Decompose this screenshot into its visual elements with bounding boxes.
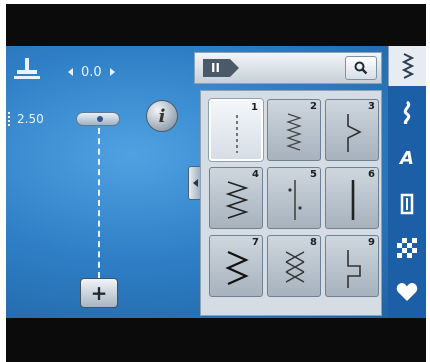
rail-buttonholes[interactable] [388,186,426,222]
increase-arrow-icon[interactable] [109,68,115,76]
zigzag-category-icon [401,53,415,79]
straight-with-marks-stitch-icon [288,180,302,220]
blind-hem-stitch-icon [347,114,362,152]
stitch-tile-8[interactable]: 8 [267,235,321,297]
needle-offset-value: 0.0 [81,64,102,80]
stitch-tile-4[interactable]: 4 [209,167,263,229]
needle-position-control[interactable]: 0.0 [68,62,115,82]
bezel-top [6,4,426,46]
presser-foot-icon[interactable] [14,58,40,80]
needle-slider[interactable] [76,112,120,126]
stitch-length-icon [8,112,11,126]
decrease-arrow-icon[interactable] [68,68,73,76]
search-button[interactable] [345,56,377,80]
stitch-preview-line [98,128,100,278]
stitch-tile-5[interactable]: 5 [267,167,321,229]
add-button[interactable]: + [80,278,118,308]
rail-alphabets[interactable]: A [388,140,426,176]
rail-favorites[interactable] [388,274,426,310]
stitch-grid: 1 2 3 4 5 6 7 8 9 [200,90,382,316]
info-button[interactable]: i [146,100,178,132]
device-bezel: 0.0 2.50 i + II 1 2 3 4 5 6 7 8 9 A [0,0,430,362]
rail-stitch-category[interactable] [388,46,426,86]
search-icon [354,61,368,75]
triple-straight-stitch-icon [286,113,302,151]
stitch-category-tab[interactable]: II [203,59,239,77]
stitch-length-value: 2.50 [17,112,44,126]
heavy-straight-stitch-icon [351,180,355,220]
chevron-left-icon [192,179,198,187]
blind-hem-step-stitch-icon [347,250,361,288]
stitch-length-control[interactable]: 2.50 [8,112,44,126]
sewing-screen: 0.0 2.50 i + II 1 2 3 4 5 6 7 8 9 A [6,46,426,318]
zigzag-wide-stitch-icon [225,181,249,219]
stitch-tile-9[interactable]: 9 [325,235,379,297]
buttonhole-icon [400,193,414,215]
stitch-tile-3[interactable]: 3 [325,99,379,161]
checker-pattern-icon [397,238,417,258]
zigzag-stitch-icon [225,250,249,286]
stitch-tile-6[interactable]: 6 [325,167,379,229]
stitch-menu-header: II [194,52,382,84]
stitch-tile-7[interactable]: 7 [209,235,263,297]
stitch-tile-1[interactable]: 1 [209,99,263,161]
honeycomb-stitch-icon [285,251,305,283]
needle-slider-handle[interactable] [97,116,103,122]
heart-icon [396,283,418,301]
stitch-tile-2[interactable]: 2 [267,99,321,161]
straight-stitch-icon [236,115,238,153]
rail-quilt-stitches[interactable] [388,230,426,266]
stitch-settings-panel: 0.0 2.50 i + [6,46,194,318]
decorative-stitch-icon [403,100,411,124]
rail-decorative-stitches[interactable] [388,94,426,130]
bezel-bottom [6,318,426,362]
